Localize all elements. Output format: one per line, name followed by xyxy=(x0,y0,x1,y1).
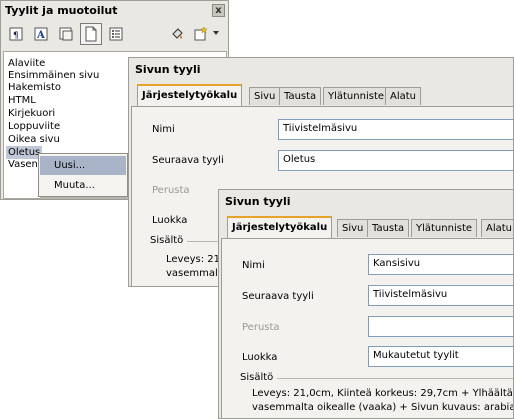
tab-page[interactable]: Sivu xyxy=(337,219,369,237)
frame-styles-button[interactable] xyxy=(55,23,77,45)
contents-label: Sisältö xyxy=(240,372,278,383)
category-select[interactable]: Mukautetut tyylit xyxy=(368,346,513,367)
paragraph-styles-icon: ¶ xyxy=(9,27,23,41)
tab-panel: Nimi Kansisivu Seuraava tyyli Tiivistelm… xyxy=(221,238,514,418)
contents-divider xyxy=(272,378,513,379)
next-style-select[interactable]: Oletus xyxy=(278,150,513,171)
character-styles-icon: A xyxy=(34,27,48,41)
tab-background[interactable]: Tausta xyxy=(367,219,410,237)
category-label: Luokka xyxy=(152,215,188,226)
contents-text-line1: Leveys: 21, xyxy=(166,254,224,265)
style-context-menu: Uusi... Muuta... xyxy=(38,153,128,197)
base-label: Perusta xyxy=(242,322,280,333)
list-styles-icon xyxy=(109,27,123,41)
new-style-from-selection-button[interactable] xyxy=(190,23,212,45)
list-item[interactable]: Vasen xyxy=(8,158,38,171)
page-styles-button[interactable] xyxy=(80,23,102,45)
close-panel-button[interactable]: x xyxy=(212,4,225,17)
tab-organizer[interactable]: Järjestelytyökalu xyxy=(137,84,243,106)
contents-text-line2: vasemmalta oikealle (vaaka) + Sivun kuva… xyxy=(252,402,514,413)
tab-footer[interactable]: Alatu xyxy=(481,219,513,237)
fill-format-icon xyxy=(172,28,183,39)
contents-text-line1: Leveys: 21,0cm, Kiinteä korkeus: 29,7cm … xyxy=(252,388,514,399)
menu-item-modify[interactable]: Muuta... xyxy=(40,176,126,195)
tab-footer[interactable]: Alatu xyxy=(385,87,422,105)
frame-styles-icon xyxy=(59,27,73,41)
tab-bar: Järjestelytyökalu Sivu Tausta Ylätunnist… xyxy=(131,84,513,106)
name-label: Nimi xyxy=(152,124,175,135)
panel-title: Tyylit ja muotoilut xyxy=(1,1,228,19)
fill-format-mode-button[interactable] xyxy=(166,23,188,45)
svg-text:A: A xyxy=(36,30,45,41)
list-item[interactable]: Hakemisto xyxy=(8,81,61,94)
menu-item-new[interactable]: Uusi... xyxy=(40,156,126,175)
tab-background[interactable]: Tausta xyxy=(279,87,322,105)
tab-bar: Järjestelytyökalu Sivu Tausta Ylätunnist… xyxy=(221,216,513,238)
name-label: Nimi xyxy=(242,260,265,271)
character-styles-button[interactable]: A xyxy=(30,23,52,45)
page-styles-icon xyxy=(85,26,97,42)
close-icon: x xyxy=(215,4,222,16)
list-styles-button[interactable] xyxy=(105,23,127,45)
list-item[interactable]: Oikea sivu xyxy=(8,133,60,146)
new-style-from-selection-icon xyxy=(194,26,208,41)
next-style-label: Seuraava tyyli xyxy=(242,291,314,302)
next-style-label: Seuraava tyyli xyxy=(152,155,224,166)
tab-page[interactable]: Sivu xyxy=(249,87,281,105)
next-style-select[interactable]: Tiivistelmäsivu xyxy=(368,285,513,306)
contents-label: Sisältö xyxy=(150,235,188,246)
category-label: Luokka xyxy=(242,352,278,363)
tab-header[interactable]: Ylätunniste xyxy=(411,219,478,237)
name-field[interactable]: Tiivistelmäsivu xyxy=(278,119,513,140)
name-field[interactable]: Kansisivu xyxy=(368,254,513,275)
list-item[interactable]: Loppuviite xyxy=(8,120,60,133)
svg-text:¶: ¶ xyxy=(13,31,19,41)
dialog-title: Sivun tyyli xyxy=(135,63,201,76)
style-category-toolbar: ¶ A xyxy=(4,22,226,48)
base-label: Perusta xyxy=(152,185,190,196)
page-style-dialog-front: Sivun tyyli Järjestelytyökalu Sivu Taust… xyxy=(218,189,514,419)
chevron-down-icon[interactable] xyxy=(213,31,219,35)
tab-header[interactable]: Ylätunniste xyxy=(323,87,390,105)
paragraph-styles-button[interactable]: ¶ xyxy=(5,23,27,45)
list-item[interactable]: HTML xyxy=(8,94,36,107)
base-select[interactable] xyxy=(368,316,513,337)
dialog-title: Sivun tyyli xyxy=(225,195,291,208)
list-item[interactable]: Kirjekuori xyxy=(8,107,55,120)
tab-organizer[interactable]: Järjestelytyökalu xyxy=(227,216,333,238)
